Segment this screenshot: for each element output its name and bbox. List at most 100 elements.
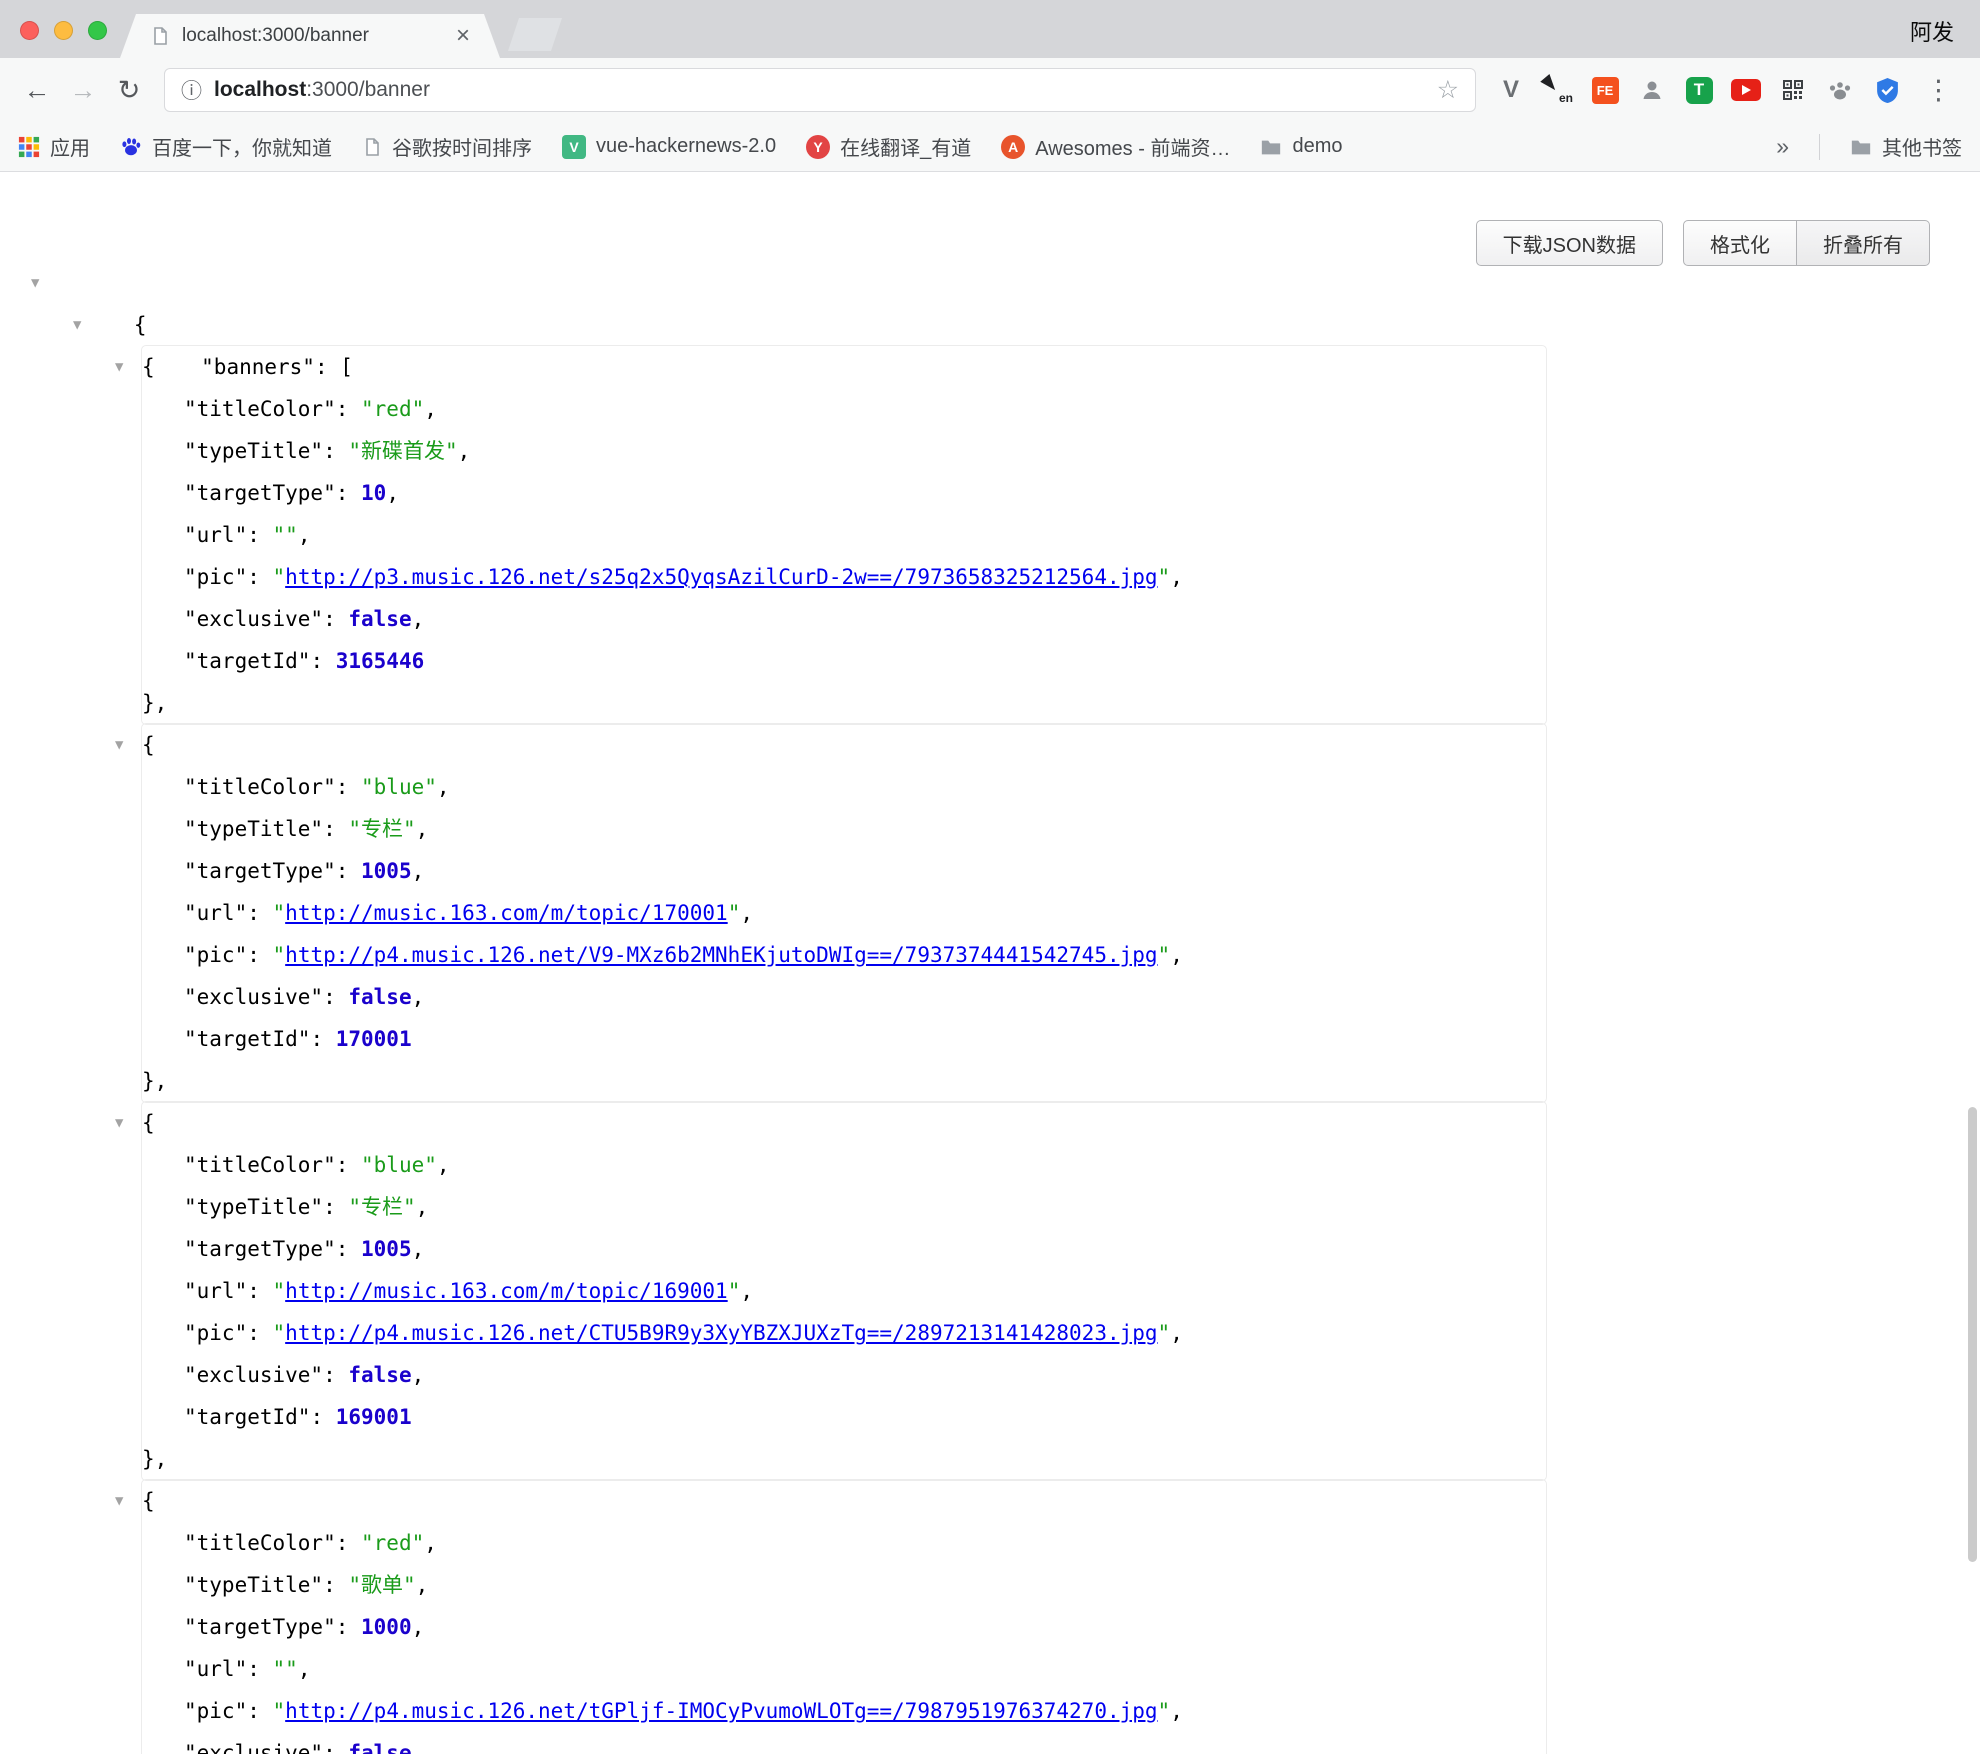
bookmark-youdao-translate[interactable]: Y 在线翻译_有道 [806,132,971,161]
bookmarks-separator [1819,134,1820,160]
back-button[interactable]: ← [14,75,60,106]
bookmark-label: 百度一下，你就知道 [152,132,332,161]
page-info-icon[interactable]: ⓘ [181,75,202,105]
play-icon [1742,85,1751,95]
security-shield-extension-icon[interactable] [1872,75,1902,105]
expander-icon[interactable]: ▼ [73,304,81,346]
json-property-exclusive: "exclusive": false, [184,1732,1546,1754]
bookmark-label: 在线翻译_有道 [840,132,971,161]
json-property-pic: "pic": "http://p3.music.126.net/s25q2x5Q… [184,556,1546,598]
json-property-titleColor: "titleColor": "red", [184,388,1546,430]
bookmark-label: vue-hackernews-2.0 [596,135,776,158]
paw-extension-icon[interactable] [1825,75,1855,105]
forward-button[interactable]: → [60,75,106,106]
fe-extension-icon[interactable]: FE [1590,75,1620,105]
banner-object: ▼{"titleColor": "red","typeTitle": "歌单",… [142,1480,1546,1754]
format-button[interactable]: 格式化 [1683,220,1797,266]
banner-object: ▼{"titleColor": "blue","typeTitle": "专栏"… [142,1102,1546,1480]
json-property-typeTitle: "typeTitle": "专栏", [184,808,1546,850]
url-host: localhost [214,78,306,101]
profile-name[interactable]: 阿发 [1910,15,1954,47]
json-property-titleColor: "titleColor": "red", [184,1522,1546,1564]
json-url-link[interactable]: http://music.163.com/m/topic/170001 [285,901,728,925]
expander-icon[interactable]: ▼ [115,724,123,766]
expander-icon[interactable]: ▼ [115,1480,123,1522]
json-url-link[interactable]: http://p4.music.126.net/V9-MXz6b2MNhEKju… [285,943,1157,967]
json-property-titleColor: "titleColor": "blue", [184,766,1546,808]
json-property-url: "url": "http://music.163.com/m/topic/169… [184,1270,1546,1312]
json-property-typeTitle: "typeTitle": "新碟首发", [184,430,1546,472]
banner-object: ▼{"titleColor": "red","typeTitle": "新碟首发… [142,346,1546,724]
page-icon [362,137,382,157]
bookmark-baidu[interactable]: 百度一下，你就知道 [120,132,332,161]
paw-icon [1827,78,1853,102]
bookmark-apps[interactable]: 应用 [18,132,90,161]
tampermonkey-extension-icon[interactable]: T [1684,75,1714,105]
browser-menu-icon[interactable]: ⋮ [1919,75,1958,106]
json-url-link[interactable]: http://p4.music.126.net/tGPljf-IMOCyPvum… [285,1699,1157,1723]
shield-check-icon [1875,77,1900,104]
vertical-scrollbar[interactable] [1968,1107,1977,1562]
json-property-pic: "pic": "http://p4.music.126.net/CTU5B9R9… [184,1312,1546,1354]
json-property-pic: "pic": "http://p4.music.126.net/tGPljf-I… [184,1690,1546,1732]
json-root-line: ▼{ [58,262,1980,304]
bookmarks-overflow-icon[interactable]: » [1776,133,1789,160]
apps-grid-icon [18,136,40,158]
extensions-row: V en FE T [1488,75,1966,106]
baidu-paw-icon [120,136,142,158]
banner-object: ▼{"titleColor": "blue","typeTitle": "专栏"… [142,724,1546,1102]
banners-array: ▼{"titleColor": "red","typeTitle": "新碟首发… [142,346,1980,1754]
address-bar[interactable]: ⓘ localhost:3000/banner ☆ [164,68,1476,112]
json-property-targetType: "targetType": 1000, [184,1606,1546,1648]
qr-code-extension-icon[interactable] [1778,75,1808,105]
vimium-extension-icon[interactable]: V [1496,75,1526,105]
json-property-typeTitle: "typeTitle": "专栏", [184,1186,1546,1228]
json-property-targetType: "targetType": 1005, [184,1228,1546,1270]
user-accounts-extension-icon[interactable] [1637,75,1667,105]
traffic-lights [20,21,107,40]
collapse-all-button[interactable]: 折叠所有 [1797,220,1930,266]
format-collapse-group: 格式化 折叠所有 [1683,220,1930,266]
browser-tab[interactable]: localhost:3000/banner × [120,14,500,58]
bookmark-vue-hackernews[interactable]: V vue-hackernews-2.0 [562,135,776,159]
youtube-extension-icon[interactable] [1731,75,1761,105]
bookmark-folder-demo[interactable]: demo [1260,135,1342,158]
download-json-button[interactable]: 下载JSON数据 [1476,220,1663,266]
expander-icon[interactable]: ▼ [31,262,39,304]
page-content: 下载JSON数据 格式化 折叠所有 ▼{ ▼"banners": [ ▼{"ti… [0,172,1980,1754]
new-tab-button[interactable] [508,18,562,51]
tab-title: localhost:3000/banner [182,25,444,47]
reload-button[interactable]: ↻ [106,75,152,106]
translate-extension-icon[interactable]: en [1543,75,1573,105]
json-property-url: "url": "http://music.163.com/m/topic/170… [184,892,1546,934]
json-url-link[interactable]: http://p4.music.126.net/CTU5B9R9y3XyYBZX… [285,1321,1157,1345]
tab-close-icon[interactable]: × [456,24,470,48]
other-bookmarks-label: 其他书签 [1882,132,1962,161]
bookmark-star-icon[interactable]: ☆ [1437,75,1459,105]
folder-icon [1850,136,1872,158]
json-url-link[interactable]: http://p3.music.126.net/s25q2x5QyqsAzilC… [285,565,1157,589]
json-property-url: "url": "", [184,514,1546,556]
close-window-button[interactable] [20,21,39,40]
other-bookmarks-folder[interactable]: 其他书签 [1850,132,1962,161]
json-property-targetId: "targetId": 169001 [184,1396,1546,1438]
json-property-url: "url": "", [184,1648,1546,1690]
fullscreen-window-button[interactable] [88,21,107,40]
minimize-window-button[interactable] [54,21,73,40]
expander-icon[interactable]: ▼ [115,1102,123,1144]
json-tree: ▼{ ▼"banners": [ ▼{"titleColor": "red","… [0,172,1980,1754]
json-toolbar: 下载JSON数据 格式化 折叠所有 [1476,220,1930,266]
expander-icon[interactable]: ▼ [115,346,123,388]
json-property-exclusive: "exclusive": false, [184,598,1546,640]
bookmark-label: Awesomes - 前端资… [1035,132,1230,161]
window-titlebar: localhost:3000/banner × 阿发 [0,0,1980,58]
bookmark-awesomes[interactable]: A Awesomes - 前端资… [1001,132,1230,161]
bookmark-google-sort[interactable]: 谷歌按时间排序 [362,132,532,161]
url-text: localhost:3000/banner [214,78,430,102]
json-property-targetId: "targetId": 170001 [184,1018,1546,1060]
json-banners-line: ▼"banners": [ [100,304,1980,346]
json-url-link[interactable]: http://music.163.com/m/topic/169001 [285,1279,728,1303]
person-icon [1640,78,1664,102]
pen-icon [1540,74,1559,94]
page-favicon-icon [150,26,170,46]
